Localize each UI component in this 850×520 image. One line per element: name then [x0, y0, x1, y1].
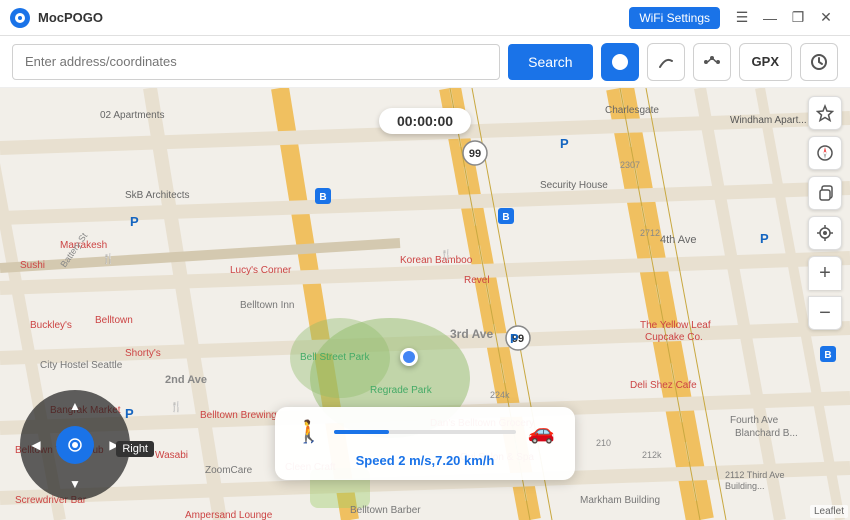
svg-text:02 Apartments: 02 Apartments [100, 110, 164, 121]
svg-text:210: 210 [596, 438, 611, 448]
walk-icon[interactable]: 🚶 [295, 419, 322, 445]
joystick-up[interactable]: ▲ [65, 396, 85, 416]
svg-text:Regrade Park: Regrade Park [370, 385, 433, 396]
close-button[interactable]: ✕ [812, 4, 840, 32]
svg-text:3rd Ave: 3rd Ave [450, 327, 493, 341]
copy-button[interactable] [808, 176, 842, 210]
zoom-out-button[interactable]: − [808, 296, 842, 330]
svg-text:P: P [510, 331, 519, 346]
svg-text:212k: 212k [642, 450, 662, 460]
svg-text:B: B [824, 350, 831, 361]
minimize-button[interactable]: — [756, 4, 784, 32]
leaflet-attribution: Leaflet [810, 505, 848, 518]
teleport-button[interactable] [601, 43, 639, 81]
svg-text:Korean Bamboo: Korean Bamboo [400, 255, 473, 266]
app-title: MocPOGO [38, 10, 629, 25]
svg-text:Charlesgate: Charlesgate [605, 105, 659, 116]
compass-button[interactable] [808, 136, 842, 170]
history-button[interactable] [800, 43, 838, 81]
joystick-down[interactable]: ▼ [65, 474, 85, 494]
svg-text:Lucy's Corner: Lucy's Corner [230, 265, 292, 276]
svg-text:Belltown Inn: Belltown Inn [240, 300, 294, 311]
svg-text:Blanchard B...: Blanchard B... [735, 428, 798, 439]
map-right-toolbar: + − [808, 96, 842, 330]
joystick-left[interactable]: ◀ [26, 435, 46, 455]
svg-text:The Yellow Leaf: The Yellow Leaf [640, 320, 711, 331]
svg-text:ZoomCare: ZoomCare [205, 465, 253, 476]
joystick-right[interactable]: ▶ Right [104, 435, 124, 455]
svg-text:Belltown Barber: Belltown Barber [350, 505, 421, 516]
search-button[interactable]: Search [508, 44, 592, 80]
svg-text:B: B [502, 212, 509, 223]
svg-text:City Hostel Seattle: City Hostel Seattle [40, 360, 123, 371]
svg-text:2307: 2307 [620, 160, 640, 170]
route-button[interactable] [647, 43, 685, 81]
search-input[interactable] [12, 44, 500, 80]
svg-text:99: 99 [469, 148, 481, 160]
svg-text:2712: 2712 [640, 228, 660, 238]
svg-text:Fourth Ave: Fourth Ave [730, 415, 779, 426]
timer-badge: 00:00:00 [379, 108, 471, 134]
svg-text:Security House: Security House [540, 180, 608, 191]
svg-text:224k: 224k [490, 390, 510, 400]
app-logo [10, 8, 30, 28]
wifi-settings-button[interactable]: WiFi Settings [629, 7, 720, 29]
svg-text:4th Ave: 4th Ave [660, 234, 697, 246]
svg-text:2nd Ave: 2nd Ave [165, 374, 207, 386]
svg-text:P: P [130, 214, 139, 229]
svg-text:Belltown: Belltown [95, 315, 133, 326]
speed-panel: 🚶 🚗 Speed 2 m/s,7.20 km/h [275, 407, 575, 480]
joystick-center[interactable] [56, 426, 94, 464]
svg-text:B: B [319, 192, 326, 203]
svg-text:Buckley's: Buckley's [30, 320, 72, 331]
favorite-button[interactable] [808, 96, 842, 130]
location-marker[interactable] [400, 348, 418, 366]
svg-text:Bell Street Park: Bell Street Park [300, 352, 370, 363]
svg-text:Revel: Revel [464, 275, 490, 286]
maximize-button[interactable]: ❐ [784, 4, 812, 32]
locate-button[interactable] [808, 216, 842, 250]
svg-text:Ampersand Lounge: Ampersand Lounge [185, 510, 273, 520]
svg-text:Deli Shez Cafe: Deli Shez Cafe [630, 380, 697, 391]
svg-text:Windham Apart...: Windham Apart... [730, 115, 807, 126]
drive-icon[interactable]: 🚗 [528, 419, 555, 445]
svg-text:SkB Architects: SkB Architects [125, 190, 189, 201]
right-tooltip: Right [116, 441, 154, 457]
map-area[interactable]: 99 99 02 Apartments Charlesgate Windham … [0, 88, 850, 520]
menu-button[interactable]: ☰ [728, 4, 756, 32]
svg-text:Building...: Building... [725, 481, 765, 491]
svg-text:Cupcake Co.: Cupcake Co. [645, 332, 703, 343]
search-bar: Search GPX [0, 36, 850, 88]
svg-text:P: P [760, 231, 769, 246]
svg-text:🍴: 🍴 [170, 400, 182, 413]
svg-text:Sushi: Sushi [20, 260, 45, 271]
speed-slider[interactable] [334, 430, 515, 434]
svg-text:Wasabi: Wasabi [155, 450, 188, 461]
speed-text: Speed 2 m/s,7.20 km/h [295, 453, 555, 468]
title-bar: MocPOGO WiFi Settings ☰ — ❐ ✕ [0, 0, 850, 36]
joystick[interactable]: ▲ ▼ ◀ ▶ Right [20, 390, 130, 500]
svg-text:🍴: 🍴 [102, 252, 114, 265]
svg-text:Markham Building: Markham Building [580, 495, 660, 506]
svg-text:Belltown Brewing: Belltown Brewing [200, 410, 277, 421]
svg-text:P: P [560, 136, 569, 151]
svg-text:2112 Third Ave: 2112 Third Ave [725, 470, 785, 480]
svg-text:🍴: 🍴 [440, 248, 452, 261]
gpx-button[interactable]: GPX [739, 43, 792, 81]
svg-text:Shorty's: Shorty's [125, 348, 161, 359]
zoom-in-button[interactable]: + [808, 256, 842, 290]
multipoint-route-button[interactable] [693, 43, 731, 81]
